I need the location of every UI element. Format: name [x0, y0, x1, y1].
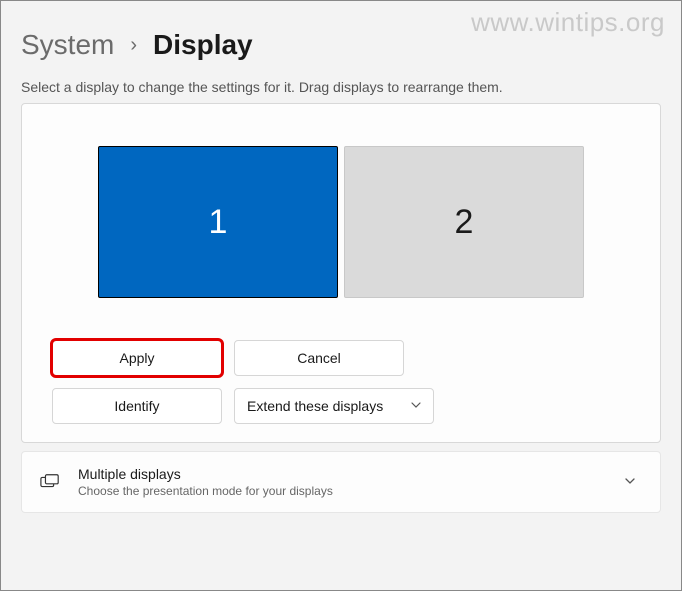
monitor-2[interactable]: 2: [344, 146, 584, 298]
display-mode-dropdown[interactable]: Extend these displays: [234, 388, 434, 424]
monitor-1-label: 1: [209, 203, 228, 242]
monitor-1[interactable]: 1: [98, 146, 338, 298]
monitor-2-label: 2: [455, 203, 474, 242]
card-text-block: Multiple displays Choose the presentatio…: [78, 466, 606, 498]
card-subtitle: Choose the presentation mode for your di…: [78, 484, 606, 498]
identify-dropdown-row: Identify Extend these displays: [52, 388, 630, 424]
chevron-right-icon: ›: [130, 34, 137, 57]
watermark-text: www.wintips.org: [471, 7, 665, 38]
breadcrumb-current: Display: [153, 29, 253, 61]
monitors-row: 1 2: [52, 146, 630, 298]
helper-text: Select a display to change the settings …: [21, 79, 661, 95]
display-arrangement-panel: 1 2 Apply Cancel Identify Extend these d…: [21, 103, 661, 443]
settings-content: System › Display Select a display to cha…: [1, 1, 681, 513]
multiple-displays-card[interactable]: Multiple displays Choose the presentatio…: [21, 451, 661, 513]
chevron-down-icon: [411, 399, 421, 413]
apply-cancel-row: Apply Cancel: [52, 340, 630, 376]
card-title: Multiple displays: [78, 466, 606, 482]
breadcrumb-system[interactable]: System: [21, 29, 114, 61]
chevron-down-icon: [624, 474, 642, 490]
dropdown-selected-label: Extend these displays: [247, 398, 383, 414]
cancel-button[interactable]: Cancel: [234, 340, 404, 376]
identify-button[interactable]: Identify: [52, 388, 222, 424]
apply-button[interactable]: Apply: [52, 340, 222, 376]
multiple-displays-icon: [40, 472, 60, 492]
